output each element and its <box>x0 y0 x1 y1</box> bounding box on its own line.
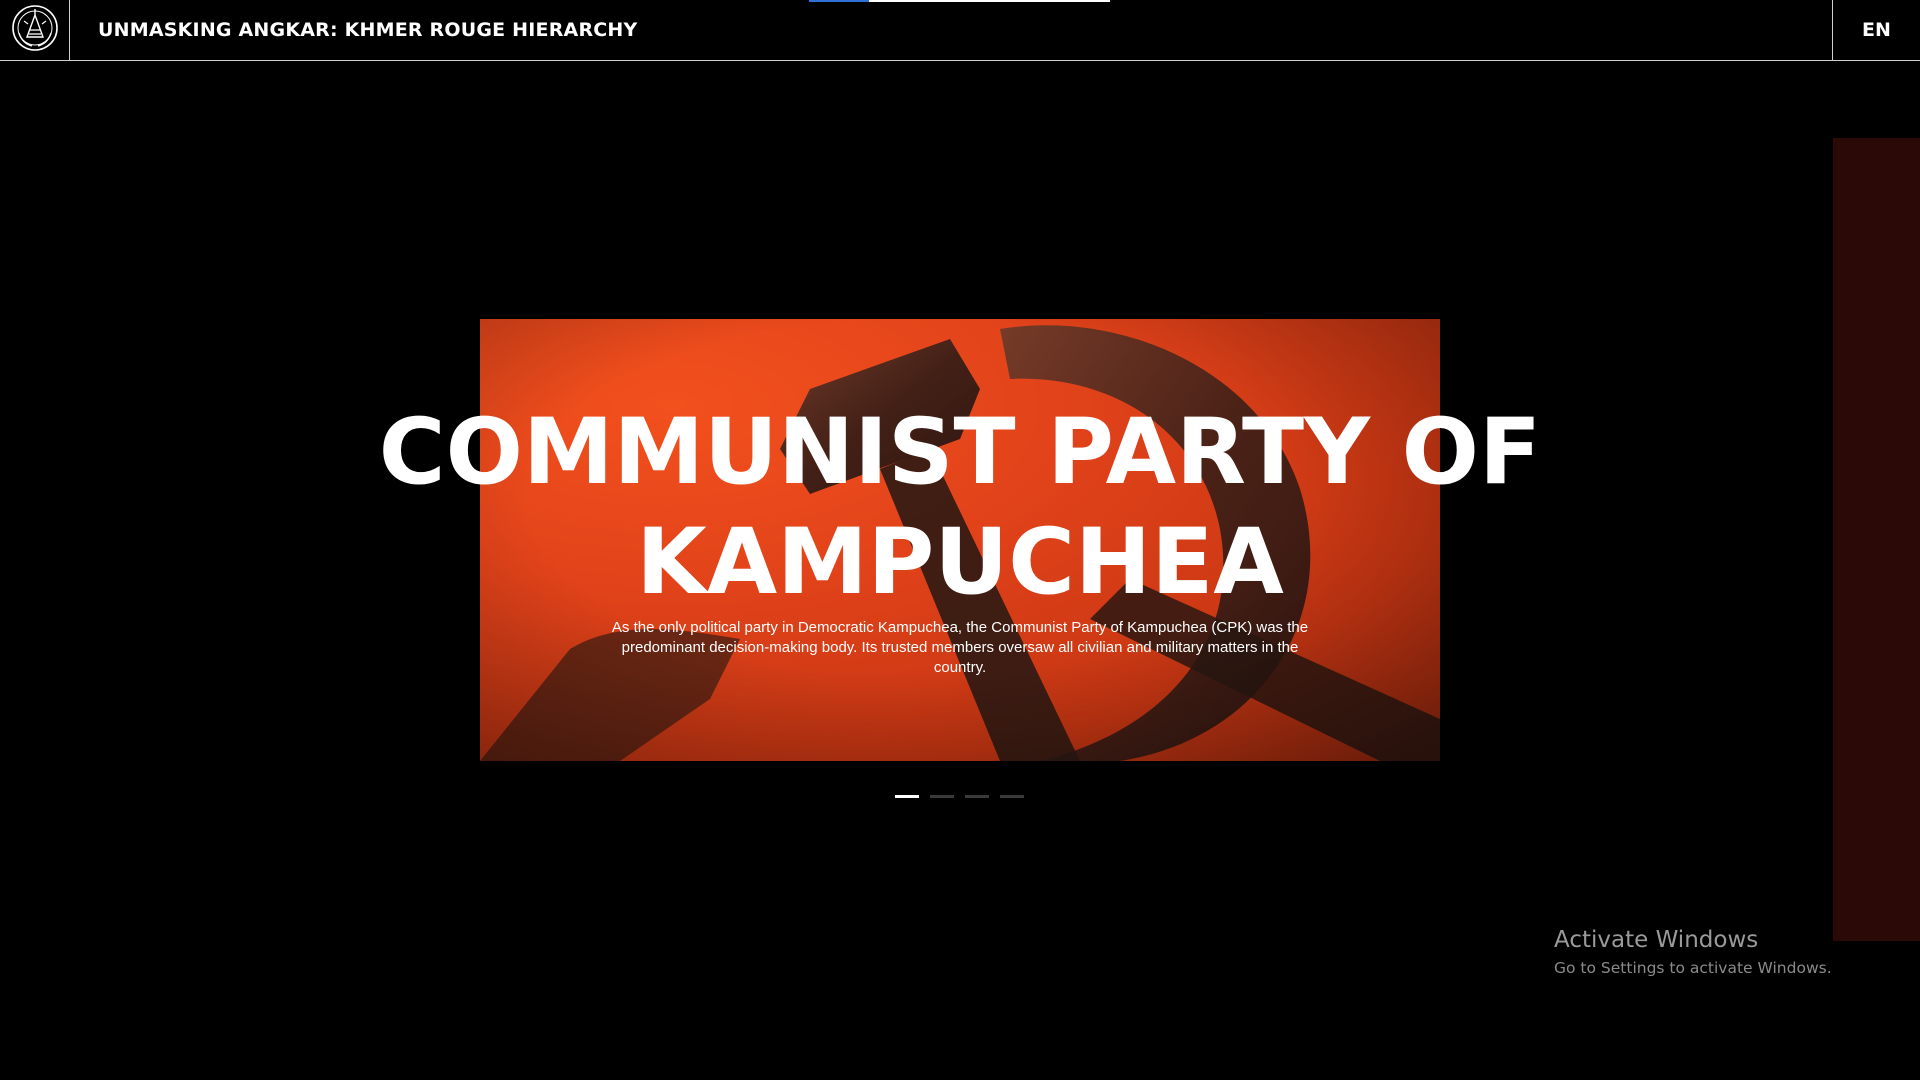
site-logo[interactable] <box>0 0 70 60</box>
carousel-dot-4[interactable] <box>1000 795 1024 798</box>
carousel-indicators <box>895 795 1024 798</box>
carousel-dot-3[interactable] <box>965 795 989 798</box>
language-switcher[interactable]: EN <box>1832 0 1920 60</box>
carousel-dot-2[interactable] <box>930 795 954 798</box>
slide-description: As the only political party in Democrati… <box>611 619 1309 676</box>
reading-progress-fill <box>809 0 870 2</box>
site-title[interactable]: UNMASKING ANGKAR: KHMER ROUGE HIERARCHY <box>98 0 637 60</box>
carousel-dot-1[interactable] <box>895 795 919 798</box>
slide-title: COMMUNIST PARTY OF KAMPUCHEA <box>378 400 1542 615</box>
windows-activation-watermark: Activate Windows Go to Settings to activ… <box>1554 924 1832 978</box>
reading-progress-bar <box>809 0 1110 2</box>
watermark-title: Activate Windows <box>1554 927 1759 953</box>
next-slide-preview-panel[interactable] <box>1833 138 1920 941</box>
emblem-icon <box>10 3 60 57</box>
site-header: UNMASKING ANGKAR: KHMER ROUGE HIERARCHY … <box>0 0 1920 61</box>
watermark-subtitle: Go to Settings to activate Windows. <box>1554 959 1832 977</box>
